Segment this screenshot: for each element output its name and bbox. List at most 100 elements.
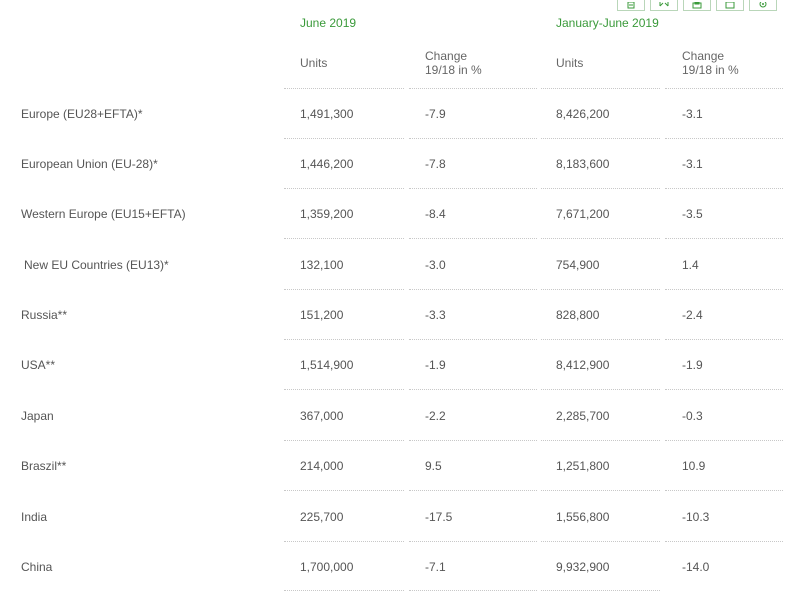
table-row: European Union (EU-28)* 1,446,200 -7.8 8… [0,157,790,207]
row-rule [284,238,404,239]
row-rule [409,289,537,290]
row-rule [284,339,404,340]
june-units-cell: 367,000 [300,409,344,423]
header-rule-2 [409,88,537,89]
ytd-units-header: Units [556,56,584,70]
table-row: Braszil** 214,000 9.5 1,251,800 10.9 [0,459,790,509]
june-change-header-line1: Change [425,49,468,63]
row-rule [541,440,660,441]
table-row: Japan 367,000 -2.2 2,285,700 -0.3 [0,409,790,459]
row-rule [409,440,537,441]
june-change-cell: -7.8 [425,157,446,171]
ytd-units-cell: 2,285,700 [556,409,610,423]
june-units-cell: 1,514,900 [300,358,354,372]
ytd-change-cell: -3.5 [682,207,703,221]
header-rule-1 [284,88,404,89]
june-units-header: Units [300,56,328,70]
row-rule [665,188,783,189]
row-rule [541,590,660,591]
ytd-units-cell: 8,426,200 [556,107,610,121]
region-cell: Western Europe (EU15+EFTA) [21,207,186,221]
row-rule [284,490,404,491]
print-button[interactable] [683,0,711,11]
ytd-change-cell: -0.3 [682,409,703,423]
region-cell: Russia** [21,308,68,322]
row-rule [284,188,404,189]
row-rule [541,138,660,139]
header-rule-3 [541,88,660,89]
row-rule [409,188,537,189]
row-rule [665,238,783,239]
region-cell: New EU Countries (EU13)* [24,258,169,272]
row-rule [409,238,537,239]
table-row: China 1,700,000 -7.1 9,932,900 -14.0 [0,560,790,610]
ytd-change-cell: 1.4 [682,258,699,272]
row-rule [665,339,783,340]
june-units-cell: 1,491,300 [300,107,354,121]
document-button[interactable] [617,0,645,11]
ytd-change-cell: -3.1 [682,107,703,121]
june-change-header-line2: 19/18 in % [425,63,482,77]
row-rule [284,541,404,542]
june-change-header: Change 19/18 in % [425,49,482,77]
row-rule [541,389,660,390]
row-rule [409,138,537,139]
ytd-change-header-line1: Change [682,49,725,63]
table-row: Russia** 151,200 -3.3 828,800 -2.4 [0,308,790,358]
row-rule [665,138,783,139]
expand-button[interactable] [650,0,678,11]
row-rule [541,188,660,189]
ytd-change-header: Change 19/18 in % [682,49,739,77]
ytd-units-cell: 1,251,800 [556,459,610,473]
row-rule [541,339,660,340]
june-units-cell: 225,700 [300,510,344,524]
ytd-units-cell: 8,183,600 [556,157,610,171]
table-row: USA** 1,514,900 -1.9 8,412,900 -1.9 [0,358,790,408]
ytd-change-cell: -10.3 [682,510,710,524]
region-cell: Europe (EU28+EFTA)* [21,107,143,121]
row-rule [409,541,537,542]
row-rule [541,541,660,542]
table-toolbar [617,0,777,11]
ytd-units-cell: 828,800 [556,308,600,322]
table-row: New EU Countries (EU13)* 132,100 -3.0 75… [0,258,790,308]
row-rule [541,490,660,491]
print-icon [691,2,703,10]
row-rule [541,238,660,239]
ytd-change-cell: -2.4 [682,308,703,322]
settings-button[interactable] [749,0,777,11]
ytd-change-cell: -3.1 [682,157,703,171]
row-rule [665,289,783,290]
june-units-cell: 1,446,200 [300,157,354,171]
export-button[interactable] [716,0,744,11]
region-cell: European Union (EU-28)* [21,157,158,171]
region-cell: USA** [21,358,56,372]
june-change-cell: -7.9 [425,107,446,121]
row-rule [665,440,783,441]
june-units-cell: 214,000 [300,459,344,473]
june-change-cell: -7.1 [425,560,446,574]
ytd-units-cell: 8,412,900 [556,358,610,372]
jan-june-2019-header: January-June 2019 [556,16,659,30]
ytd-units-cell: 1,556,800 [556,510,610,524]
row-rule [284,289,404,290]
row-rule [409,389,537,390]
ytd-units-cell: 754,900 [556,258,600,272]
table-row: Western Europe (EU15+EFTA) 1,359,200 -8.… [0,207,790,257]
row-rule [284,389,404,390]
header-rule-4 [665,88,783,89]
region-cell: Japan [21,409,54,423]
ytd-units-cell: 7,671,200 [556,207,610,221]
june-units-cell: 1,700,000 [300,560,354,574]
june-change-cell: -3.0 [425,258,446,272]
june-change-cell: -17.5 [425,510,453,524]
june-change-cell: -3.3 [425,308,446,322]
region-cell: China [21,560,53,574]
june-change-cell: -8.4 [425,207,446,221]
row-rule [284,590,404,591]
row-rule [665,541,783,542]
june-change-cell: -1.9 [425,358,446,372]
settings-icon [757,2,769,10]
june-2019-header: June 2019 [300,16,357,30]
ytd-change-cell: -14.0 [682,560,710,574]
